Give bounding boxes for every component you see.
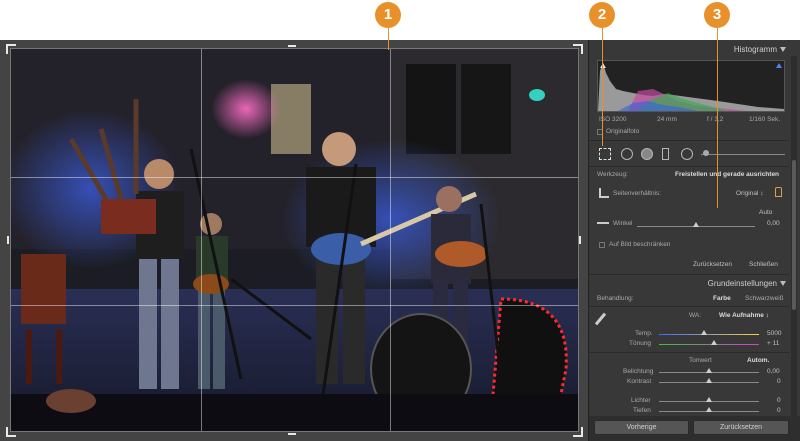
callout-3: 3: [704, 2, 730, 28]
highlights-label: Lichter: [631, 397, 651, 404]
callout-2: 2: [589, 2, 615, 28]
crop-grid-line: [390, 49, 391, 431]
crop-tool-icon[interactable]: [599, 148, 611, 160]
spot-removal-icon[interactable]: [621, 148, 633, 160]
crop-grid-line: [11, 177, 578, 178]
focal-length-value: 24 mm: [657, 116, 677, 123]
divider: [589, 306, 789, 307]
crop-close-button[interactable]: Schließen: [749, 261, 778, 268]
divider: [589, 274, 789, 275]
callout-3-line: [717, 28, 718, 208]
graduated-filter-icon[interactable]: [662, 148, 669, 160]
red-eye-icon[interactable]: [641, 148, 653, 160]
clip-highlights-icon[interactable]: [776, 63, 782, 68]
callout-1: 1: [375, 2, 401, 28]
collapse-triangle-icon: [780, 281, 786, 286]
develop-panel: Histogramm ISO 3200 24 mm f / 3,2 1/160 …: [588, 40, 800, 441]
crop-handle-bottom[interactable]: [288, 433, 296, 435]
histogram-title: Histogramm: [733, 45, 777, 54]
contrast-label: Kontrast: [627, 378, 652, 385]
clip-shadows-icon[interactable]: [600, 63, 606, 68]
treatment-label: Behandlung:: [597, 295, 634, 302]
exposure-label: Belichtung: [623, 368, 654, 375]
brush-slider[interactable]: [701, 154, 785, 155]
collapse-triangle-icon: [780, 47, 786, 52]
reset-button[interactable]: Zurücksetzen: [693, 420, 789, 435]
scrollbar-thumb[interactable]: [792, 160, 796, 310]
angle-value[interactable]: 0,00: [767, 220, 780, 227]
crop-tool-title: Freistellen und gerade ausrichten: [675, 171, 780, 178]
angle-slider-knob[interactable]: [693, 222, 699, 227]
shadows-label: Tiefen: [633, 407, 651, 414]
treatment-color-button[interactable]: Farbe: [713, 295, 731, 302]
crop-handle-right[interactable]: [579, 236, 581, 244]
temp-value[interactable]: 5000: [767, 330, 781, 337]
highlights-slider-knob[interactable]: [706, 397, 712, 402]
crop-handle-bottom-right[interactable]: [573, 427, 583, 437]
crop-handle-top-left[interactable]: [6, 44, 16, 54]
crop-handle-top-right[interactable]: [573, 44, 583, 54]
aperture-value: f / 3,2: [707, 116, 724, 123]
constrain-checkbox[interactable]: [599, 242, 605, 248]
tint-label: Tönung: [629, 340, 652, 347]
temp-slider[interactable]: [659, 334, 759, 335]
shadows-slider-knob[interactable]: [706, 407, 712, 412]
divider: [589, 352, 789, 353]
radial-filter-icon[interactable]: [681, 148, 693, 160]
photo-canvas: [0, 40, 588, 441]
crop-reset-button[interactable]: Zurücksetzen: [693, 261, 732, 268]
contrast-value[interactable]: 0: [777, 378, 781, 385]
tone-auto-button[interactable]: Autom.: [747, 357, 769, 364]
previous-button[interactable]: Vorherige: [594, 420, 689, 435]
treatment-bw-button[interactable]: Schwarzweiß: [745, 295, 784, 302]
lock-icon[interactable]: [775, 187, 782, 197]
wb-picker-icon[interactable]: [594, 312, 607, 326]
shutter-value: 1/160 Sek.: [749, 116, 781, 123]
histogram-curve: [598, 63, 784, 111]
brush-icon[interactable]: [703, 150, 709, 156]
basic-title: Grundeinstellungen: [707, 279, 777, 288]
constrain-label: Auf Bild beschränken: [609, 241, 671, 248]
crop-grid-line: [11, 305, 578, 306]
crop-aspect-icon[interactable]: [599, 188, 609, 198]
crop-grid-line: [201, 49, 202, 431]
tint-value[interactable]: + 11: [767, 340, 779, 347]
contrast-slider-knob[interactable]: [706, 378, 712, 383]
wb-select[interactable]: Wie Aufnahme ↕: [719, 312, 769, 319]
divider: [589, 166, 789, 167]
exposure-value[interactable]: 0,00: [767, 368, 780, 375]
temp-label: Temp.: [635, 330, 653, 337]
original-photo-label: Originalfoto: [606, 128, 640, 135]
crop-handle-bottom-left[interactable]: [6, 427, 16, 437]
iso-value: ISO 3200: [599, 116, 627, 123]
histogram-graph[interactable]: [597, 60, 785, 112]
lightroom-window: Histogramm ISO 3200 24 mm f / 3,2 1/160 …: [0, 40, 800, 441]
tone-label: Tonwert: [689, 357, 712, 364]
temp-slider-knob[interactable]: [701, 330, 707, 335]
straighten-tool-icon[interactable]: [597, 222, 609, 224]
highlights-value[interactable]: 0: [777, 397, 781, 404]
exposure-slider-knob[interactable]: [706, 368, 712, 373]
concert-photo[interactable]: [10, 48, 579, 432]
histogram-header[interactable]: Histogramm: [589, 44, 789, 56]
basic-header[interactable]: Grundeinstellungen: [589, 278, 789, 290]
aspect-ratio-select[interactable]: Original ↕: [736, 190, 763, 197]
divider: [589, 140, 789, 141]
crop-handle-top[interactable]: [288, 45, 296, 47]
photo-image: [11, 49, 578, 431]
shadows-value[interactable]: 0: [777, 407, 781, 414]
callout-2-line: [602, 28, 603, 146]
tool-label: Werkzeug:: [597, 171, 628, 178]
tint-slider-knob[interactable]: [711, 340, 717, 345]
aspect-ratio-label: Seitenverhältnis:: [613, 190, 662, 197]
crop-handle-left[interactable]: [7, 236, 9, 244]
angle-label: Winkel: [613, 220, 633, 227]
callout-1-line: [388, 28, 389, 50]
wb-label: WA:: [689, 312, 702, 319]
tint-slider[interactable]: [659, 344, 759, 345]
auto-straighten-button[interactable]: Auto: [759, 209, 772, 216]
